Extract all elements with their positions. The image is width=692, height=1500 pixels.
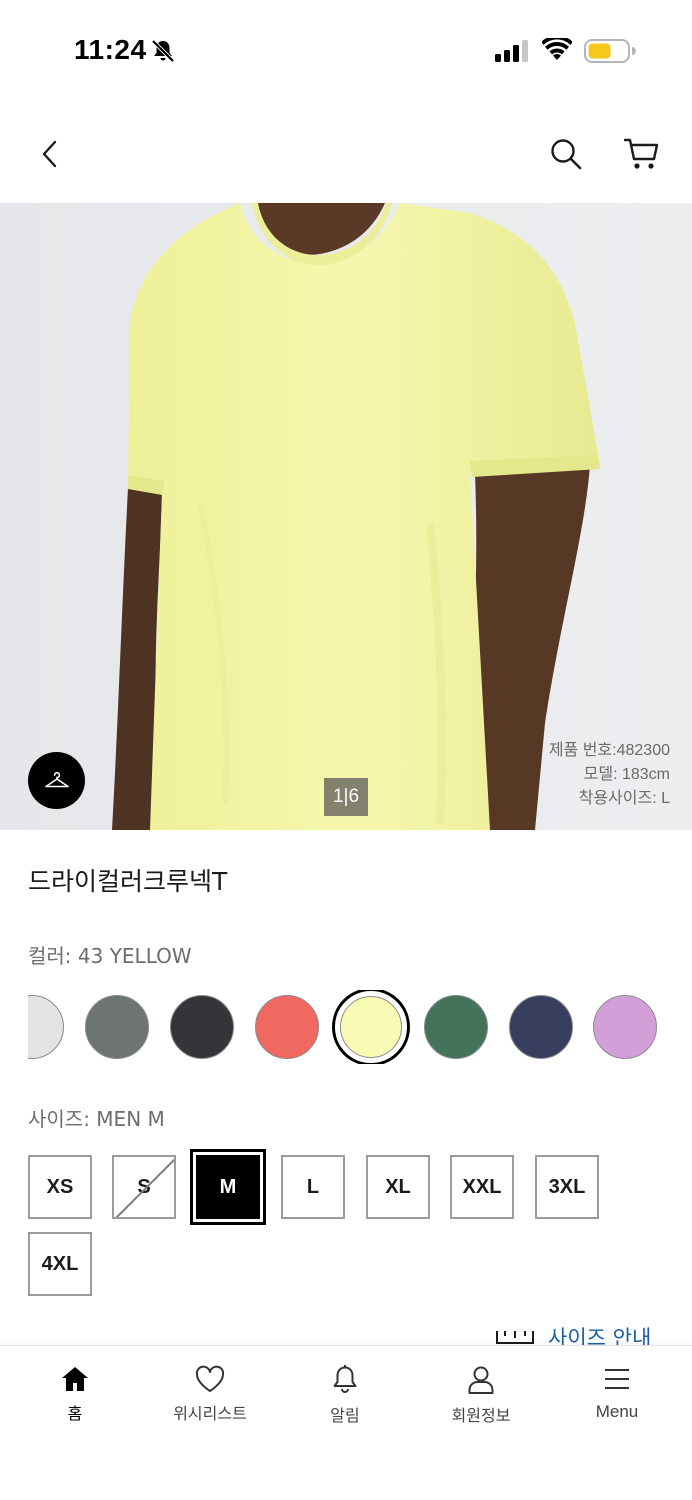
image-page-indicator: 1|6 <box>324 778 368 816</box>
color-swatch-purple[interactable] <box>593 995 657 1059</box>
search-button[interactable] <box>544 132 588 176</box>
tab-notifications[interactable]: 알림 <box>285 1364 405 1444</box>
tab-wishlist[interactable]: 위시리스트 <box>150 1364 270 1444</box>
color-swatch-gray[interactable] <box>28 995 64 1059</box>
tab-menu[interactable]: Menu <box>557 1364 677 1444</box>
tab-member-info-label: 회원정보 <box>451 1406 511 1425</box>
color-swatch-navy[interactable] <box>509 995 573 1059</box>
size-button-xxl[interactable]: XXL <box>450 1155 514 1219</box>
user-icon <box>468 1366 494 1394</box>
search-icon <box>551 139 582 170</box>
model-height: 모델: 183cm <box>583 766 670 783</box>
product-name: 드라이컬러크루넥T <box>28 867 228 896</box>
cellular-signal-icon <box>495 40 528 62</box>
color-swatch-green[interactable] <box>424 995 488 1059</box>
tab-menu-label: Menu <box>595 1402 639 1421</box>
size-button-xs[interactable]: XS <box>28 1155 92 1219</box>
size-label: 사이즈: MEN M <box>28 1107 165 1131</box>
bell-muted-icon <box>151 39 175 63</box>
product-image-carousel[interactable]: 1|6 제품 번호:482300 모델: 183cm 착용사이즈: L <box>0 203 692 830</box>
ruler-icon <box>496 1331 534 1344</box>
tab-member-info[interactable]: 회원정보 <box>421 1364 541 1444</box>
size-button-3xl[interactable]: 3XL <box>535 1155 599 1219</box>
top-navigation <box>0 120 692 190</box>
bottom-tab-bar: 홈 위시리스트 알림 회원정보 Menu <box>0 1345 692 1500</box>
heart-icon <box>195 1365 225 1392</box>
back-button[interactable] <box>30 132 70 176</box>
bell-icon <box>333 1365 357 1393</box>
color-swatch-red[interactable] <box>255 995 319 1059</box>
tab-wishlist-label: 위시리스트 <box>173 1404 247 1423</box>
color-swatch-dark-gray[interactable] <box>85 995 149 1059</box>
wearing-size: 착용사이즈: L <box>578 790 670 807</box>
cart-button[interactable] <box>618 132 666 176</box>
model-info: 제품 번호:482300 모델: 183cm 착용사이즈: L <box>549 739 670 811</box>
product-photo <box>0 203 692 830</box>
color-swatch-yellow-fill <box>340 996 402 1058</box>
size-button-s-unavailable[interactable]: S <box>112 1155 176 1219</box>
tab-home[interactable]: 홈 <box>15 1364 135 1444</box>
size-button-l[interactable]: L <box>281 1155 345 1219</box>
wifi-icon <box>542 38 572 60</box>
hanger-icon <box>44 771 69 787</box>
home-icon <box>62 1367 88 1391</box>
color-swatch-row <box>28 990 692 1064</box>
size-button-xl[interactable]: XL <box>366 1155 430 1219</box>
status-bar: 11:24 <box>0 0 692 100</box>
menu-icon <box>605 1369 629 1389</box>
size-button-m-selected[interactable]: M <box>196 1155 260 1219</box>
status-time: 11:24 <box>74 34 147 65</box>
product-number: 제품 번호:482300 <box>548 742 670 759</box>
try-on-hanger-button[interactable] <box>28 752 85 809</box>
color-label: 컬러: 43 YELLOW <box>28 944 192 968</box>
tab-notifications-label: 알림 <box>330 1406 360 1425</box>
battery-icon <box>584 39 636 63</box>
color-swatch-black[interactable] <box>170 995 234 1059</box>
cart-icon <box>624 138 659 169</box>
color-swatch-yellow-selected[interactable] <box>332 990 410 1064</box>
tab-home-label: 홈 <box>67 1404 83 1423</box>
chevron-left-icon <box>42 140 57 168</box>
size-button-4xl[interactable]: 4XL <box>28 1232 92 1296</box>
